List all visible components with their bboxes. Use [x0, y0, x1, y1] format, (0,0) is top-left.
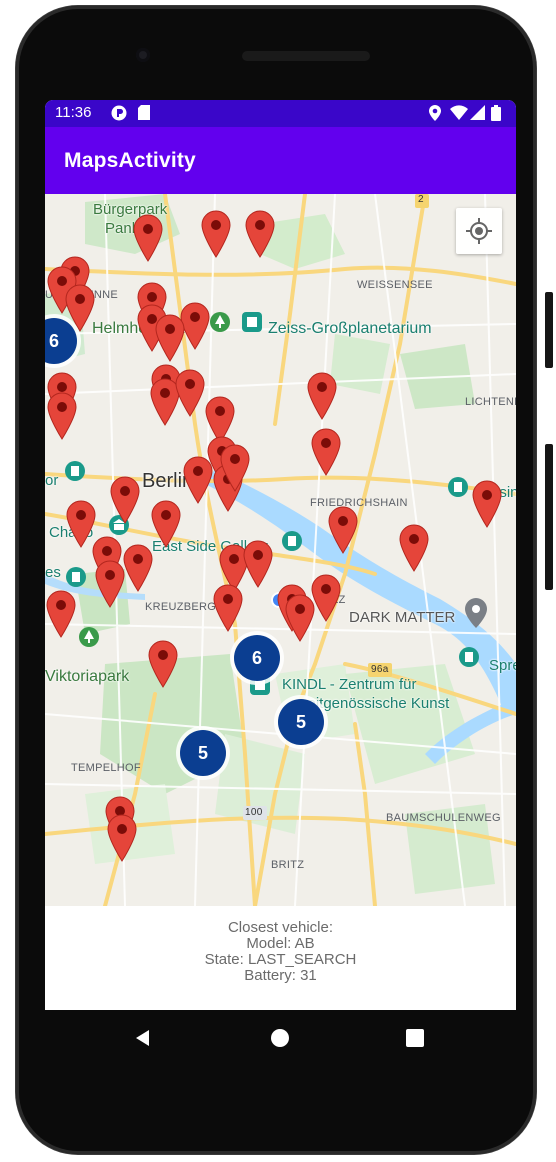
label-weissensee: WEISSENSEE — [357, 279, 433, 291]
vehicle-marker-icon[interactable] — [175, 369, 205, 417]
signal-icon — [470, 105, 485, 124]
cluster-south-east[interactable]: 5 — [278, 699, 324, 745]
label-kindl-line2: zeitgenössische Kunst — [300, 695, 450, 712]
sd-card-icon — [138, 105, 150, 124]
recents-icon[interactable] — [406, 1029, 424, 1047]
gallery-poi-icon — [282, 531, 302, 551]
label-kreuzberg: KREUZBERG — [145, 601, 217, 613]
app-title: MapsActivity — [64, 149, 196, 172]
screen: 11:36 MapsActivity 2 96a 100 Bürgerpark … — [45, 100, 516, 1010]
vehicle-marker-icon[interactable] — [110, 476, 140, 524]
vehicle-marker-icon[interactable] — [399, 524, 429, 572]
wifi-icon — [450, 105, 468, 124]
vehicle-marker-icon[interactable] — [148, 640, 178, 688]
road-shield-96a-label: 96a — [371, 664, 389, 675]
crosshair-icon — [466, 218, 492, 244]
cluster-count: 5 — [197, 743, 208, 763]
volume-button[interactable] — [545, 444, 553, 590]
label-friedrichshain: FRIEDRICHSHAIN — [310, 497, 408, 509]
kasino-poi-icon — [448, 477, 468, 497]
vehicle-marker-icon[interactable] — [311, 574, 341, 622]
home-icon[interactable] — [270, 1028, 290, 1048]
vehicle-marker-icon[interactable] — [155, 314, 185, 362]
vehicle-marker-icon[interactable] — [243, 540, 273, 588]
info-state: State: LAST_SEARCH — [204, 951, 357, 968]
system-nav-bar — [45, 1010, 516, 1064]
vehicle-marker-icon[interactable] — [151, 500, 181, 548]
label-lichtenberg: LICHTENBE — [465, 396, 516, 408]
vehicle-marker-icon[interactable] — [220, 444, 250, 492]
road-shield-2-label: 2 — [418, 194, 424, 205]
front-camera — [136, 48, 150, 62]
label-tempelhof: TEMPELHOF — [71, 762, 141, 774]
vehicle-marker-icon[interactable] — [201, 210, 231, 258]
closest-vehicle-panel: Closest vehicle: Model: AB State: LAST_S… — [45, 906, 516, 1010]
monument-poi-icon — [65, 461, 85, 481]
vehicle-marker-icon[interactable] — [245, 210, 275, 258]
vehicle-marker-icon[interactable] — [133, 214, 163, 262]
road-shield-100-label: 100 — [245, 807, 263, 818]
vehicle-marker-icon[interactable] — [311, 428, 341, 476]
map-view[interactable]: 2 96a 100 Bürgerpark Pankow UNDBRUNNE WE… — [45, 194, 516, 906]
vehicle-marker-icon[interactable] — [328, 506, 358, 554]
vehicle-marker-icon[interactable] — [183, 456, 213, 504]
earpiece-speaker — [242, 51, 370, 61]
label-britz: BRITZ — [271, 859, 305, 871]
vehicle-marker-icon[interactable] — [285, 594, 315, 642]
cluster-south[interactable]: 5 — [180, 730, 226, 776]
vehicle-marker-icon[interactable] — [307, 372, 337, 420]
label-left-edge-or: or — [45, 472, 59, 489]
vehicle-marker-icon[interactable] — [46, 590, 76, 638]
vehicle-marker-icon[interactable] — [213, 584, 243, 632]
vehicle-marker-icon[interactable] — [95, 560, 125, 608]
label-left-edge-es: es — [45, 564, 61, 581]
status-time: 11:36 — [55, 104, 92, 121]
label-baumschulenweg: BAUMSCHULENWEG — [386, 812, 501, 824]
status-bar: 11:36 — [45, 100, 516, 127]
museum-poi-icon — [66, 567, 86, 587]
park-area — [330, 334, 390, 394]
label-viktoriapark: Viktoriapark — [45, 668, 130, 685]
back-icon[interactable] — [133, 1028, 153, 1048]
info-battery: Battery: 31 — [244, 967, 317, 984]
cluster-count: 5 — [295, 712, 306, 732]
planetarium-poi-icon — [242, 312, 262, 332]
dark-matter-pin-icon[interactable] — [465, 598, 487, 628]
vehicle-marker-icon[interactable] — [472, 480, 502, 528]
park-poi-icon — [210, 312, 230, 332]
label-zeiss-planetarium: Zeiss-Großplanetarium — [268, 320, 432, 337]
label-kindl-line1: KINDL - Zentrum für — [282, 676, 417, 693]
battery-icon — [491, 105, 501, 125]
power-button[interactable] — [545, 292, 553, 368]
location-icon — [429, 105, 441, 125]
my-location-button[interactable] — [456, 208, 502, 254]
label-dark-matter: DARK MATTER — [349, 609, 456, 626]
vehicle-marker-icon[interactable] — [47, 392, 77, 440]
info-heading: Closest vehicle: — [227, 919, 334, 936]
notification-app-icon — [111, 105, 127, 125]
spree-poi-icon — [459, 647, 479, 667]
viktoriapark-poi-icon — [79, 627, 99, 647]
cluster-center[interactable]: 6 — [234, 635, 280, 681]
label-spree: Spre — [489, 657, 516, 674]
app-bar: MapsActivity — [45, 127, 516, 194]
info-model: Model: AB — [246, 935, 315, 952]
cluster-count: 6 — [251, 648, 262, 668]
cluster-count: 6 — [48, 331, 59, 351]
vehicle-marker-icon[interactable] — [107, 814, 137, 862]
vehicle-marker-icon[interactable] — [123, 544, 153, 592]
